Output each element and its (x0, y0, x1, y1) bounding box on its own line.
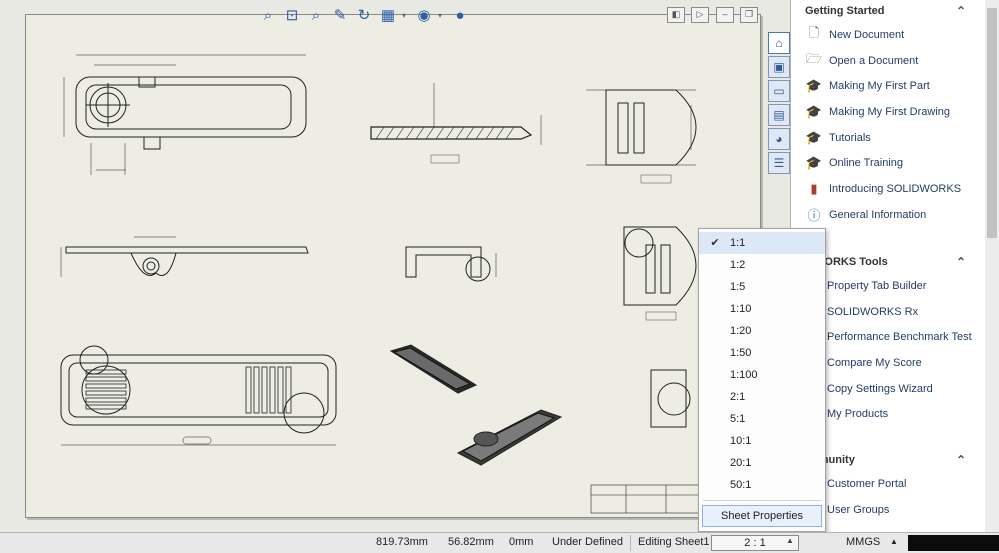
chevron-up-icon[interactable]: ⌃ (956, 449, 966, 471)
book-icon: ▮ (810, 180, 818, 196)
info-icon: ⓘ (807, 208, 821, 224)
drawing-views (60, 54, 702, 514)
drawing-view-partial[interactable] (650, 369, 691, 428)
graphics-area[interactable]: ⌕ ⊡ ⌕ ✎ ↻ ▦ ▾ ◉ ▾ ● ◧ ▷ – ❐ ⌂ ▣ ▭ ▤ ◕ ☰ (0, 0, 790, 532)
task-pane-scrollbar[interactable] (985, 0, 999, 532)
drawing-view-bottom[interactable] (60, 345, 337, 446)
section-title: Getting Started (805, 5, 885, 17)
chevron-up-icon[interactable]: ▲ (786, 536, 794, 545)
scale-option[interactable]: 1:5 (699, 276, 825, 298)
scale-option[interactable]: ✔ 1:1 (699, 232, 825, 254)
window-controls: – ❐ (716, 7, 758, 23)
scale-option[interactable]: 1:50 (699, 342, 825, 364)
tutorials-link[interactable]: 🎓 Tutorials (791, 125, 986, 151)
file-explorer-icon[interactable]: ▭ (768, 80, 790, 102)
open-folder-icon: 🗁 (805, 50, 823, 66)
zoom-area-icon[interactable]: ⊡ (282, 5, 302, 25)
definition-state: Under Defined (552, 536, 623, 548)
drawing-view-top[interactable] (63, 54, 307, 175)
new-document-link[interactable]: 🗋 New Document (791, 22, 986, 48)
status-bar-tray (908, 535, 999, 551)
scale-option[interactable]: 1:2 (699, 254, 825, 276)
introducing-link[interactable]: ▮ Introducing SOLIDWORKS (791, 176, 986, 202)
restore-icon[interactable]: ❐ (740, 7, 758, 23)
open-document-link[interactable]: 🗁 Open a Document (791, 48, 986, 74)
section-header[interactable]: Getting Started ⌃ (791, 0, 986, 22)
editing-status: Editing Sheet1 (638, 536, 710, 548)
general-info-link[interactable]: ⓘ General Information (791, 202, 986, 228)
drawing-sheet[interactable] (25, 14, 761, 518)
design-library-icon[interactable]: ▣ (768, 56, 790, 78)
graduation-cap-icon: 🎓 (805, 78, 823, 94)
scale-option[interactable]: 5:1 (699, 408, 825, 430)
scale-option[interactable]: 20:1 (699, 452, 825, 474)
scrollbar-thumb[interactable] (987, 8, 997, 238)
view-controls: ◧ ▷ (667, 7, 709, 23)
scale-option[interactable]: 1:20 (699, 320, 825, 342)
document-icon: 🗋 (808, 24, 820, 40)
heads-up-toolbar: ⌕ ⊡ ⌕ ✎ ↻ ▦ ▾ ◉ ▾ ● (258, 4, 470, 26)
appearance-icon[interactable]: ● (450, 5, 470, 25)
scale-option[interactable]: 1:100 (699, 364, 825, 386)
scale-option[interactable]: 50:1 (699, 474, 825, 496)
z-coordinate: 0mm (509, 536, 534, 548)
custom-properties-icon[interactable]: ☰ (768, 152, 790, 174)
previous-icon[interactable]: ◧ (667, 7, 685, 23)
sheet-scale-menu: ✔ 1:1 1:2 1:5 1:10 1:20 1:50 1:100 2:1 5:… (698, 228, 826, 532)
graduation-cap-icon: 🎓 (805, 155, 823, 171)
drawing-view-side[interactable] (60, 236, 309, 277)
chevron-up-icon[interactable]: ⌃ (956, 251, 966, 273)
online-training-link[interactable]: 🎓 Online Training (791, 150, 986, 176)
minimize-icon[interactable]: – (716, 7, 734, 23)
display-style-icon[interactable]: ▦ (378, 5, 398, 25)
getting-started-section: Getting Started ⌃ 🗋 New Document 🗁 Open a … (791, 0, 986, 228)
unit-system[interactable]: MMGS (846, 536, 880, 548)
appearances-icon[interactable]: ◕ (768, 128, 790, 150)
scale-option[interactable]: 2:1 (699, 386, 825, 408)
graduation-cap-icon: 🎓 (805, 103, 823, 119)
drawing-view-isometric-b[interactable] (456, 409, 563, 466)
rotate-icon[interactable]: ↻ (354, 5, 374, 25)
title-block[interactable] (590, 484, 702, 514)
chevron-up-icon[interactable]: ▲ (890, 537, 898, 546)
drawing-view-isometric-a[interactable] (389, 344, 478, 394)
scale-option[interactable]: 1:10 (699, 298, 825, 320)
chevron-down-icon[interactable]: ▾ (438, 11, 446, 20)
next-icon[interactable]: ▷ (691, 7, 709, 23)
scale-option[interactable]: 10:1 (699, 430, 825, 452)
drawing-view-detail-b[interactable] (623, 226, 697, 321)
zoom-previous-icon[interactable]: ⌕ (306, 5, 326, 25)
menu-separator (703, 500, 821, 501)
first-part-link[interactable]: 🎓 Making My First Part (791, 73, 986, 99)
graduation-cap-icon: 🎓 (805, 129, 823, 145)
drawing-view-end[interactable] (405, 246, 497, 282)
checkmark-icon: ✔ (710, 237, 720, 249)
drawing-view-section[interactable] (370, 83, 542, 164)
hide-show-icon[interactable]: ◉ (414, 5, 434, 25)
home-icon[interactable]: ⌂ (768, 32, 790, 54)
zoom-icon[interactable]: ✎ (330, 5, 350, 25)
zoom-to-fit-icon[interactable]: ⌕ (258, 5, 278, 25)
view-palette-icon[interactable]: ▤ (768, 104, 790, 126)
first-drawing-link[interactable]: 🎓 Making My First Drawing (791, 99, 986, 125)
chevron-up-icon[interactable]: ⌃ (956, 0, 966, 22)
task-pane-tabs: ⌂ ▣ ▭ ▤ ◕ ☰ (766, 30, 790, 176)
sheet-properties-button[interactable]: Sheet Properties (702, 505, 822, 527)
chevron-down-icon[interactable]: ▾ (402, 11, 410, 20)
status-bar: 819.73mm 56.82mm 0mm Under Defined Editi… (0, 532, 999, 553)
x-coordinate: 819.73mm (376, 536, 428, 548)
y-coordinate: 56.82mm (448, 536, 494, 548)
drawing-view-detail[interactable] (586, 89, 697, 184)
